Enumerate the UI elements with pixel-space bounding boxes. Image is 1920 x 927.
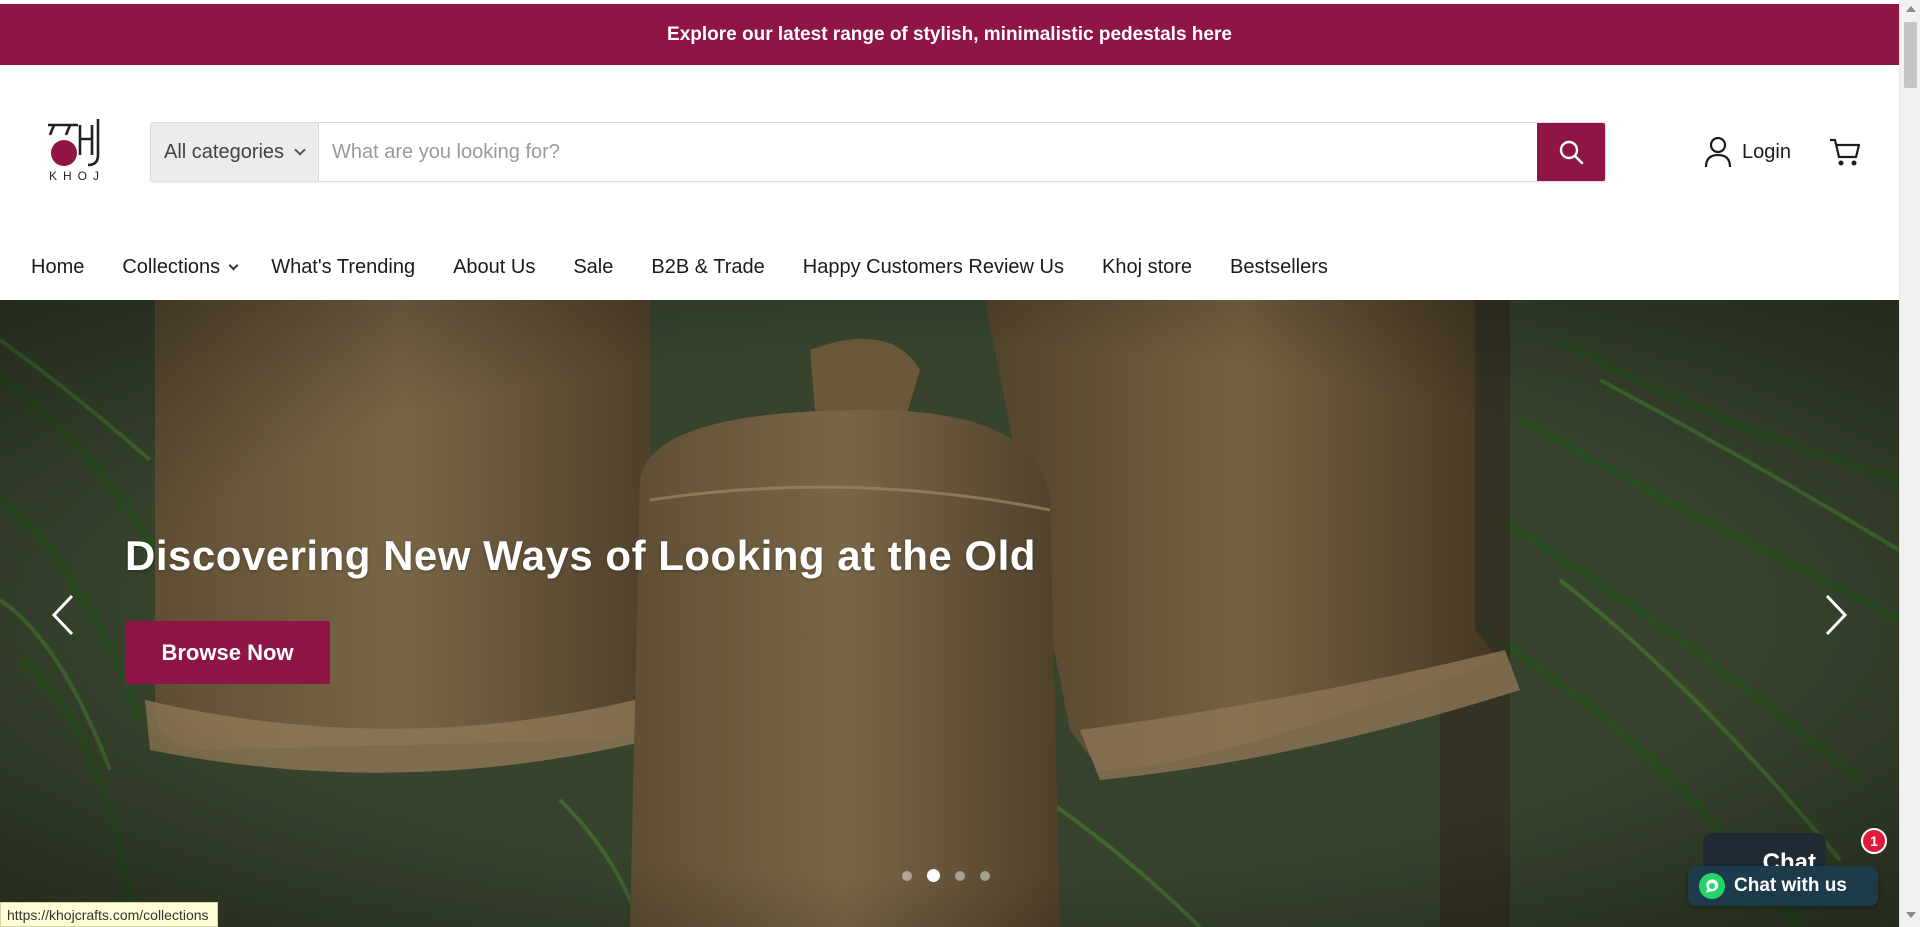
site-header: KHOJ All categories Login Home	[0, 65, 1899, 300]
chevron-left-icon	[51, 594, 74, 636]
scroll-up-arrow-icon[interactable]	[1906, 6, 1916, 12]
hero-title: Discovering New Ways of Looking at the O…	[125, 532, 1036, 579]
chat-front-label: Chat with us	[1734, 875, 1847, 896]
scroll-down-arrow-icon[interactable]	[1906, 912, 1916, 918]
browse-now-button[interactable]: Browse Now	[125, 621, 330, 684]
slideshow-next-button[interactable]	[1815, 590, 1855, 640]
nav-item-label: About Us	[453, 255, 536, 278]
login-link[interactable]: Login	[1704, 135, 1791, 169]
logo-mark-icon	[48, 119, 100, 167]
chevron-down-icon	[294, 143, 306, 156]
search-bar: All categories	[150, 122, 1606, 182]
slide-dot-3[interactable]	[955, 870, 965, 881]
announcement-bar[interactable]: Explore our latest range of stylish, min…	[0, 4, 1899, 65]
logo-wordmark: KHOJ	[48, 169, 105, 183]
search-button[interactable]	[1537, 123, 1605, 181]
nav-item-label: What's Trending	[271, 255, 416, 278]
nav-item-about-us[interactable]: About Us	[453, 256, 535, 279]
nav-item-label: Collections	[122, 255, 221, 278]
nav-item-bestsellers[interactable]: Bestsellers	[1230, 256, 1328, 279]
nav-item-collections[interactable]: Collections	[122, 255, 239, 279]
nav-item-label: Home	[31, 255, 85, 278]
scroll-thumb[interactable]	[1904, 22, 1917, 88]
user-icon	[1704, 136, 1732, 168]
cart-button[interactable]	[1828, 135, 1862, 169]
nav-item-label: Bestsellers	[1230, 255, 1328, 278]
main-nav: Home Collections What's Trending About U…	[31, 250, 1328, 284]
cart-icon	[1830, 138, 1861, 166]
chat-with-us-button[interactable]: Chat with us	[1688, 866, 1878, 906]
nav-item-label: Sale	[573, 255, 614, 278]
whatsapp-icon	[1699, 873, 1725, 899]
hero-slideshow: Discovering New Ways of Looking at the O…	[0, 300, 1899, 927]
slideshow-prev-button[interactable]	[44, 590, 84, 640]
search-icon	[1559, 140, 1584, 165]
slide-dot-2[interactable]	[927, 869, 940, 882]
khoj-logo[interactable]: KHOJ	[44, 115, 110, 185]
nav-item-khoj-store[interactable]: Khoj store	[1102, 256, 1192, 279]
slide-dot-4[interactable]	[980, 870, 990, 881]
nav-item-whats-trending[interactable]: What's Trending	[271, 256, 415, 279]
nav-item-label: Happy Customers Review Us	[802, 255, 1064, 278]
search-input[interactable]	[319, 123, 1537, 181]
nav-item-home[interactable]: Home	[31, 256, 84, 279]
category-select-label: All categories	[164, 140, 285, 163]
page-scrollbar[interactable]	[1899, 0, 1920, 927]
chevron-down-icon	[228, 260, 239, 270]
browser-status-url: https://khojcrafts.com/collections	[0, 902, 218, 927]
chat-notification-badge: 1	[1861, 828, 1887, 854]
nav-item-label: B2B & Trade	[651, 255, 765, 278]
nav-item-b2b-trade[interactable]: B2B & Trade	[651, 256, 764, 279]
slide-dot-1[interactable]	[902, 870, 912, 881]
login-label: Login	[1742, 140, 1791, 163]
category-select[interactable]: All categories	[151, 123, 319, 181]
chevron-right-icon	[1825, 594, 1848, 636]
nav-item-label: Khoj store	[1101, 255, 1193, 278]
nav-item-sale[interactable]: Sale	[573, 256, 613, 279]
hero-background-image	[0, 300, 1899, 927]
nav-item-happy-customers[interactable]: Happy Customers Review Us	[803, 256, 1064, 279]
announcement-text[interactable]: Explore our latest range of stylish, min…	[667, 24, 1232, 46]
slideshow-dots	[902, 869, 990, 882]
